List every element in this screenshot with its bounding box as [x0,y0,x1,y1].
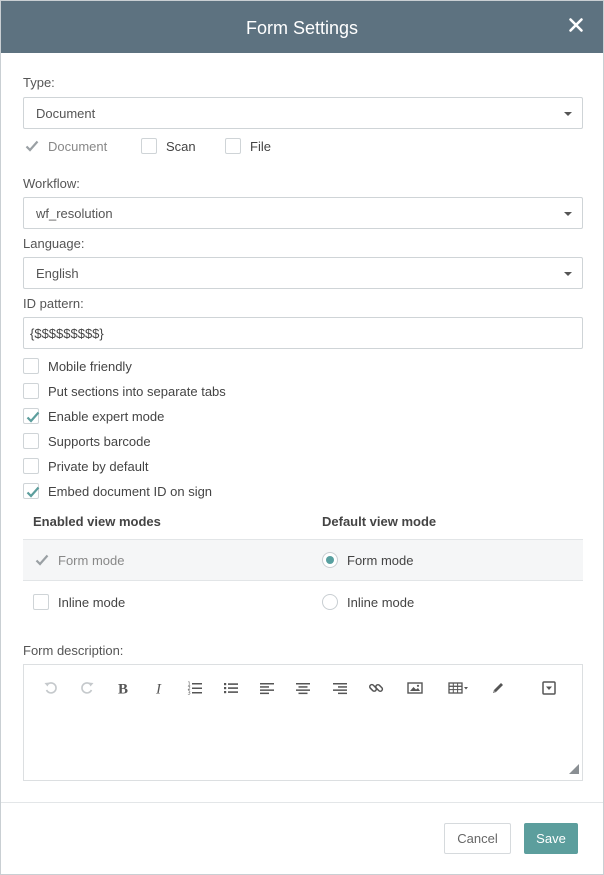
table-icon[interactable] [446,677,474,699]
cancel-button[interactable]: Cancel [444,823,511,854]
align-right-icon[interactable] [329,677,351,699]
language-select-value: English [36,266,79,281]
type-select[interactable]: Document [23,97,583,129]
dialog-title: Form Settings [245,18,359,38]
svg-text:I: I [155,682,162,697]
workflow-select[interactable]: wf_resolution [23,197,583,229]
italic-icon[interactable]: I [148,677,170,699]
private-default-checkbox[interactable] [23,458,39,474]
form-mode-default-label: Form mode [347,553,414,568]
close-icon[interactable] [567,16,585,34]
chevron-down-icon [564,272,572,276]
save-button[interactable]: Save [524,823,578,854]
inline-mode-enabled-label: Inline mode [58,595,126,610]
type-label: Type: [23,75,55,90]
mobile-friendly-label: Mobile friendly [48,359,132,374]
document-checkbox-label: Document [48,139,108,154]
dropdown-box-icon[interactable] [538,677,560,699]
rich-text-editor[interactable]: B I 123 [23,664,583,781]
resize-handle-icon[interactable] [569,762,579,777]
scan-checkbox-label: Scan [166,139,196,154]
svg-text:3: 3 [188,691,191,697]
form-mode-default-radio[interactable] [322,552,338,568]
form-settings-dialog: Form Settings Type: Document Document Sc… [0,0,604,875]
file-checkbox-label: File [250,139,271,154]
form-mode-enabled-label: Form mode [58,553,125,568]
pencil-icon[interactable] [487,677,509,699]
supports-barcode-label: Supports barcode [48,434,151,449]
dialog-header: Form Settings [1,1,603,53]
form-mode-enabled-checkbox[interactable] [33,552,49,568]
redo-icon[interactable] [76,677,98,699]
expert-mode-checkbox[interactable] [23,408,40,424]
align-center-icon[interactable] [292,677,314,699]
scan-checkbox[interactable] [141,138,157,154]
form-description-label: Form description: [23,643,124,658]
bold-icon[interactable]: B [112,677,134,699]
align-left-icon[interactable] [256,677,278,699]
undo-icon[interactable] [40,677,62,699]
enabled-view-modes-header: Enabled view modes [33,514,161,529]
id-pattern-input[interactable] [23,317,583,349]
inline-mode-default-label: Inline mode [347,595,415,610]
radio-dot [326,556,334,564]
chevron-down-icon [564,112,572,116]
inline-mode-default-radio[interactable] [322,594,338,610]
separate-tabs-checkbox[interactable] [23,383,39,399]
private-default-label: Private by default [48,459,149,474]
separate-tabs-label: Put sections into separate tabs [48,384,226,399]
language-select[interactable]: English [23,257,583,289]
language-label: Language: [23,236,85,251]
workflow-label: Workflow: [23,176,80,191]
id-pattern-label: ID pattern: [23,296,84,311]
inline-mode-enabled-checkbox[interactable] [33,594,49,610]
workflow-select-value: wf_resolution [36,206,113,221]
default-view-mode-header: Default view mode [322,514,437,529]
embed-id-label: Embed document ID on sign [48,484,213,499]
type-select-value: Document [36,106,96,121]
embed-id-checkbox[interactable] [23,483,40,499]
chevron-down-icon [564,212,572,216]
unordered-list-icon[interactable] [220,677,242,699]
supports-barcode-checkbox[interactable] [23,433,39,449]
ordered-list-icon[interactable]: 123 [184,677,206,699]
image-icon[interactable] [404,677,426,699]
svg-text:B: B [118,682,128,697]
mobile-friendly-checkbox[interactable] [23,358,39,374]
link-icon[interactable] [365,677,387,699]
footer-divider [1,802,603,803]
document-checkbox[interactable] [23,138,39,154]
file-checkbox[interactable] [225,138,241,154]
expert-mode-label: Enable expert mode [48,409,165,424]
